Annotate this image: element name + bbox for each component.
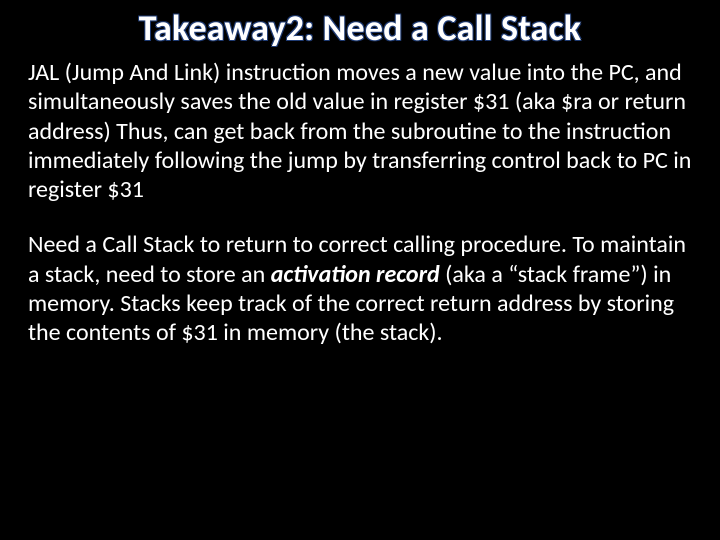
p2-emphasis: activation record bbox=[271, 260, 440, 289]
slide-title: Takeaway2: Need a Call Stack bbox=[28, 0, 692, 58]
slide-body: JAL (Jump And Link) instruction moves a … bbox=[28, 58, 692, 347]
paragraph-1: JAL (Jump And Link) instruction moves a … bbox=[28, 58, 692, 204]
paragraph-2: Need a Call Stack to return to correct c… bbox=[28, 230, 692, 347]
slide: Takeaway2: Need a Call Stack JAL (Jump A… bbox=[0, 0, 720, 540]
